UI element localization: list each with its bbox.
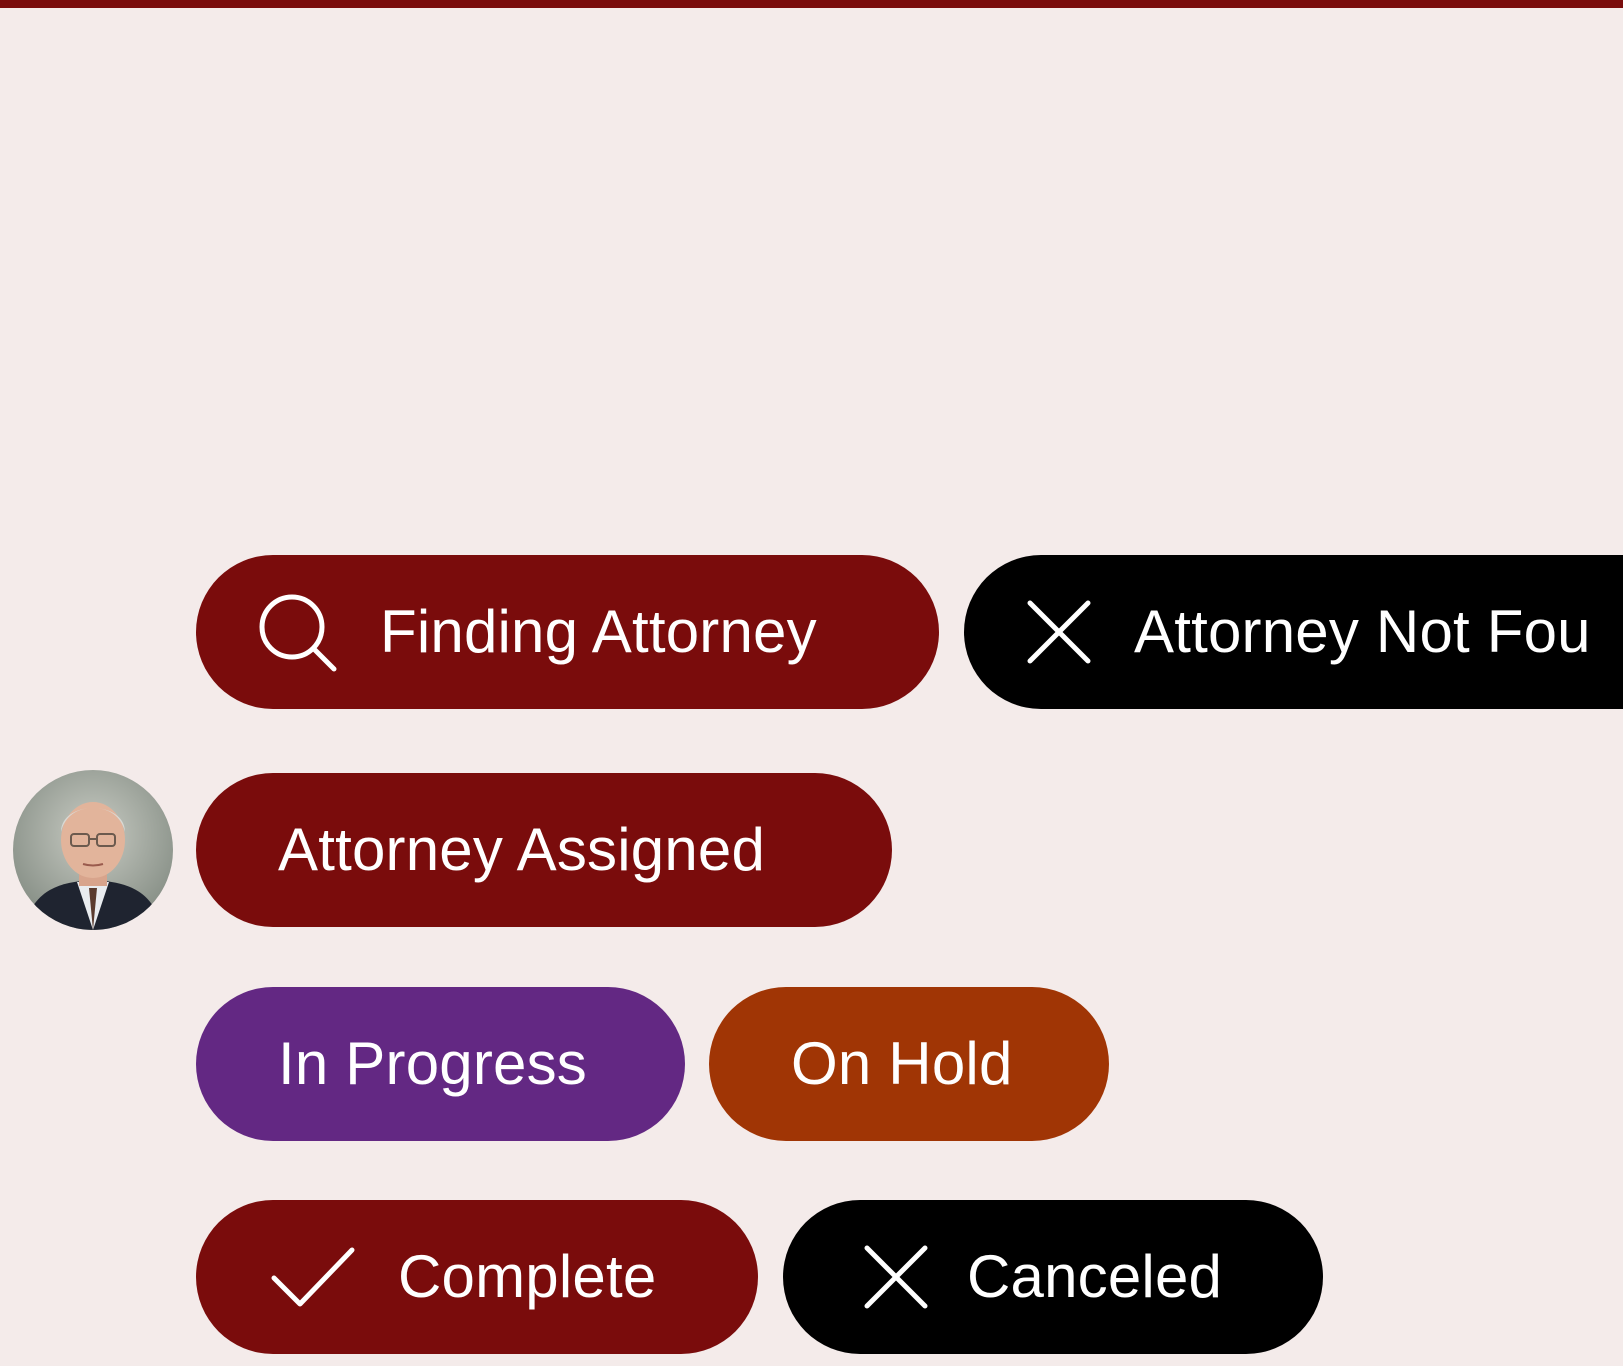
status-pill-canceled[interactable]: Canceled	[783, 1200, 1323, 1354]
status-pill-in-progress[interactable]: In Progress	[196, 987, 685, 1141]
close-icon	[861, 1242, 931, 1312]
status-pill-complete[interactable]: Complete	[196, 1200, 758, 1354]
status-label: Canceled	[967, 1243, 1223, 1310]
status-pill-finding-attorney[interactable]: Finding Attorney	[196, 555, 939, 709]
top-accent-bar	[0, 0, 1623, 8]
attorney-avatar	[13, 770, 173, 930]
status-label: Complete	[398, 1243, 657, 1310]
status-label: Attorney Assigned	[278, 816, 766, 883]
status-label: In Progress	[278, 1030, 587, 1097]
status-pill-attorney-assigned[interactable]: Attorney Assigned	[196, 773, 892, 927]
status-pill-attorney-not-found[interactable]: Attorney Not Fou	[964, 555, 1623, 709]
status-label: Finding Attorney	[380, 598, 817, 665]
status-label: Attorney Not Fou	[1134, 598, 1591, 665]
status-pill-on-hold[interactable]: On Hold	[709, 987, 1109, 1141]
search-icon	[256, 591, 338, 673]
status-label: On Hold	[791, 1030, 1013, 1097]
check-icon	[270, 1242, 356, 1312]
close-icon	[1024, 597, 1094, 667]
